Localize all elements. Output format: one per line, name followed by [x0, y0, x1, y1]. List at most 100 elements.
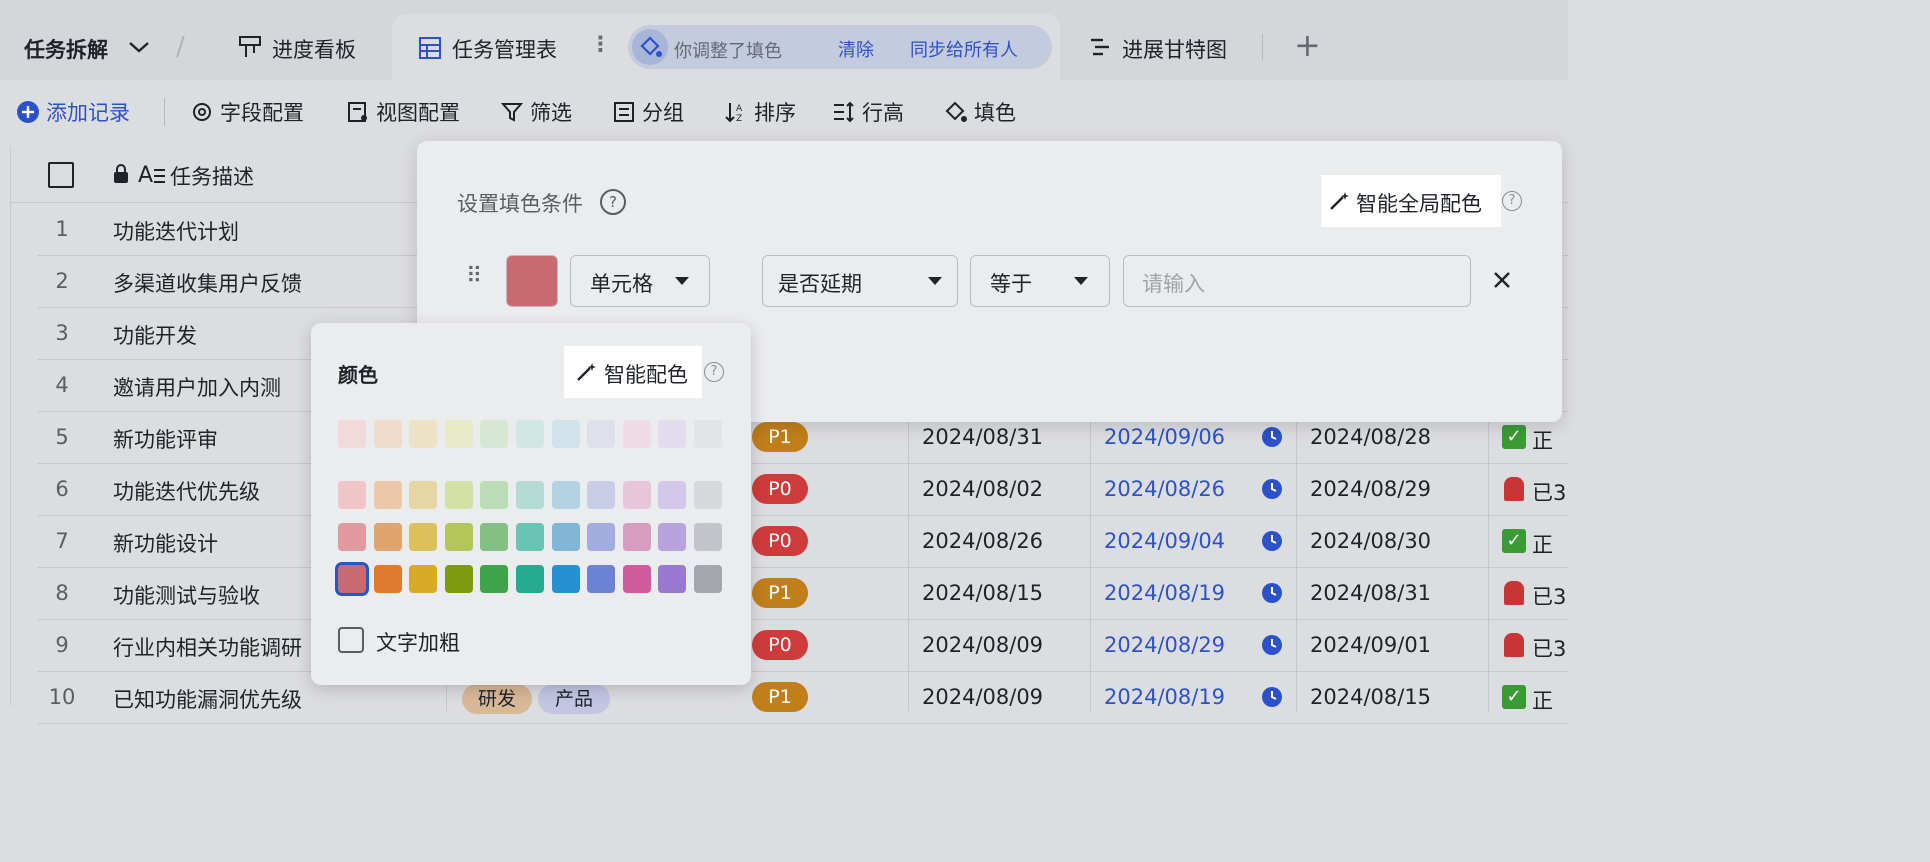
status-text: 已3 [1532, 637, 1567, 661]
panel-title: 设置填色条件 [457, 192, 583, 216]
alarm-clock-icon[interactable] [1260, 684, 1284, 708]
color-swatch[interactable] [373, 481, 402, 509]
group-label: 分组 [642, 101, 684, 125]
kanban-icon [239, 36, 261, 57]
color-swatch[interactable] [373, 565, 402, 593]
color-swatch[interactable] [694, 481, 722, 509]
group-icon [614, 102, 634, 122]
tab-kanban[interactable]: 进度看板 [272, 34, 356, 64]
color-swatch[interactable] [373, 420, 402, 448]
view-config-button[interactable]: 视图配置 [346, 96, 460, 128]
color-swatch[interactable] [622, 523, 651, 551]
help-icon[interactable]: ? [704, 362, 724, 382]
color-swatch[interactable] [373, 523, 402, 551]
color-swatch[interactable] [587, 565, 616, 593]
color-swatch[interactable] [480, 565, 509, 593]
tab-gantt[interactable]: 进展甘特图 [1122, 34, 1227, 64]
color-swatch[interactable] [480, 523, 509, 551]
color-swatch[interactable] [551, 420, 580, 448]
task-desc: 新功能评审 [113, 428, 218, 452]
help-icon[interactable]: ? [600, 189, 626, 215]
color-swatch[interactable] [587, 523, 616, 551]
color-swatch-selected[interactable] [338, 565, 366, 593]
task-desc: 多渠道收集用户反馈 [113, 272, 302, 296]
color-swatch[interactable] [622, 565, 651, 593]
color-swatch[interactable] [551, 481, 580, 509]
color-swatch[interactable] [658, 565, 687, 593]
color-swatch-button[interactable] [506, 255, 558, 307]
color-swatch[interactable] [444, 481, 473, 509]
color-swatch[interactable] [338, 481, 366, 509]
drag-handle-icon[interactable]: ⠿ [466, 264, 482, 289]
sort-button[interactable]: AZ 排序 [724, 96, 796, 128]
color-swatch[interactable] [694, 523, 722, 551]
color-swatch[interactable] [622, 481, 651, 509]
group-button[interactable]: 分组 [612, 96, 684, 128]
field-config-button[interactable]: 字段配置 [190, 96, 304, 128]
color-swatch[interactable] [587, 420, 616, 448]
color-swatch[interactable] [587, 481, 616, 509]
color-swatch[interactable] [444, 565, 473, 593]
chevron-down-icon[interactable] [128, 40, 150, 54]
add-record-button[interactable]: 添加记录 [16, 96, 130, 128]
clear-link[interactable]: 清除 [838, 36, 874, 62]
text-field-icon: A [138, 163, 165, 186]
row-number: 3 [55, 321, 69, 345]
tab-task-table[interactable]: 任务管理表 [452, 34, 557, 64]
color-swatch[interactable] [338, 523, 366, 551]
dropdown-arrow-icon [675, 277, 689, 285]
help-icon[interactable]: ? [1502, 191, 1522, 211]
alarm-clock-icon[interactable] [1260, 476, 1284, 500]
breadcrumb[interactable]: 任务拆解 [24, 34, 108, 64]
alarm-clock-icon[interactable] [1260, 424, 1284, 448]
color-swatch[interactable] [516, 523, 544, 551]
color-swatch[interactable] [480, 481, 509, 509]
color-swatch[interactable] [409, 481, 438, 509]
color-swatch[interactable] [516, 565, 544, 593]
alarm-clock-icon[interactable] [1260, 528, 1284, 552]
color-swatch[interactable] [338, 420, 366, 448]
color-swatch[interactable] [551, 565, 580, 593]
color-swatch[interactable] [694, 420, 722, 448]
due-date: 2024/09/06 [1104, 425, 1226, 449]
bold-text-checkbox[interactable] [338, 627, 364, 653]
close-icon[interactable] [1493, 271, 1511, 289]
task-desc: 功能迭代优先级 [113, 480, 260, 504]
sync-all-link[interactable]: 同步给所有人 [910, 36, 1018, 62]
color-swatch[interactable] [551, 523, 580, 551]
row-number: 10 [48, 685, 76, 709]
color-swatch[interactable] [694, 565, 722, 593]
fill-color-button[interactable]: 填色 [944, 96, 1016, 128]
more-icon[interactable]: ⋮ [590, 32, 611, 56]
row-height-label: 行高 [862, 101, 904, 125]
color-swatch[interactable] [516, 481, 544, 509]
plus-circle-icon [17, 101, 39, 123]
color-swatch[interactable] [516, 420, 544, 448]
color-swatch[interactable] [658, 420, 687, 448]
row-height-button[interactable]: 行高 [832, 96, 904, 128]
start-date: 2024/08/09 [922, 633, 1044, 657]
scope-select-value: 单元格 [590, 272, 653, 296]
color-swatch[interactable] [409, 420, 438, 448]
color-swatch[interactable] [658, 523, 687, 551]
header-task-desc[interactable]: 任务描述 [170, 161, 254, 191]
color-swatch[interactable] [444, 420, 473, 448]
color-swatch[interactable] [622, 420, 651, 448]
done-date: 2024/08/29 [1310, 477, 1432, 501]
color-swatch[interactable] [658, 481, 687, 509]
priority-badge: P1 [752, 682, 808, 712]
color-swatch[interactable] [480, 420, 509, 448]
task-desc: 行业内相关功能调研 [113, 636, 302, 660]
color-swatch[interactable] [444, 523, 473, 551]
select-all-checkbox[interactable] [48, 162, 74, 188]
alarm-clock-icon[interactable] [1260, 580, 1284, 604]
alarm-clock-icon[interactable] [1260, 632, 1284, 656]
color-swatch[interactable] [409, 523, 438, 551]
color-swatch[interactable] [409, 565, 438, 593]
add-view-icon[interactable]: + [1294, 26, 1321, 64]
task-desc: 邀请用户加入内测 [113, 376, 281, 400]
row-number: 5 [55, 425, 69, 449]
filter-button[interactable]: 筛选 [500, 96, 572, 128]
magic-wand-icon [1330, 192, 1349, 210]
column-divider [1488, 411, 1489, 711]
